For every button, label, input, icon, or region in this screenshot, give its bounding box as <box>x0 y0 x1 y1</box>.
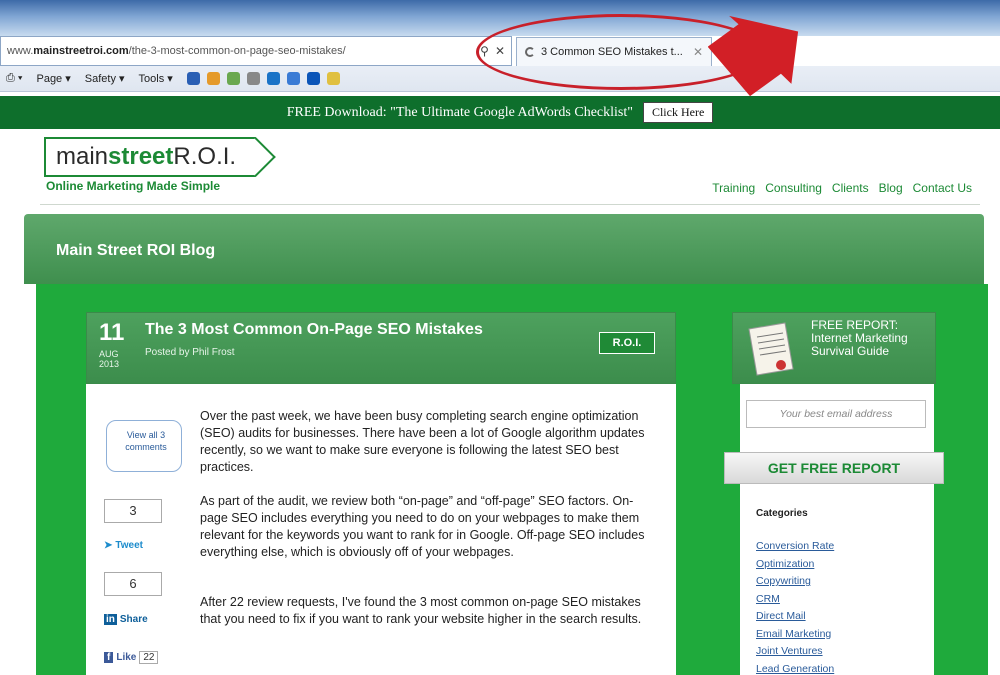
facebook-icon: f <box>104 651 114 663</box>
addon-icon[interactable] <box>226 72 240 85</box>
roi-badge: R.O.I. <box>599 332 655 354</box>
post-paragraph: As part of the audit, we review both “on… <box>200 494 645 559</box>
addon-icon[interactable] <box>286 72 300 85</box>
category-link[interactable]: Direct Mail <box>756 608 834 626</box>
post-body: View all 3 comments 3 ➤ Tweet 6 in Share f… <box>86 384 676 675</box>
blog-title: Main Street ROI Blog <box>56 242 216 259</box>
like-count: 22 <box>139 650 159 664</box>
nav-consulting[interactable]: Consulting <box>765 181 822 195</box>
main-nav: Training Consulting Clients Blog Contact… <box>712 181 972 195</box>
categories-heading: Categories <box>756 508 808 519</box>
addon-icon[interactable] <box>246 72 260 85</box>
tweet-count: 3 <box>104 499 162 523</box>
address-bar[interactable]: www.mainstreetroi.com/the-3-most-common-… <box>0 36 512 66</box>
click-here-button[interactable]: Click Here <box>642 102 714 123</box>
free-report-title: FREE REPORT: Internet Marketing Survival… <box>811 318 908 358</box>
post-paragraph: Over the past week, we have been busy co… <box>200 409 645 474</box>
site-header: main street R.O.I. Online Marketing Made … <box>0 129 1000 209</box>
free-report-card[interactable]: FREE REPORT: Internet Marketing Survival… <box>732 312 936 384</box>
category-link[interactable]: Optimization <box>756 556 834 574</box>
safety-menu[interactable]: Safety ▾ <box>85 72 125 85</box>
tweet-button[interactable]: ➤ Tweet <box>104 536 143 554</box>
linkedin-icon: in <box>104 613 117 625</box>
help-icon[interactable] <box>186 72 200 85</box>
get-free-report-button[interactable]: GET FREE REPORT <box>724 452 944 484</box>
bluetooth-icon[interactable] <box>306 72 320 85</box>
blog-banner: Main Street ROI Blog <box>24 214 984 284</box>
facebook-like-button[interactable]: f Like 22 <box>104 648 159 666</box>
post-byline: Posted by Phil Frost <box>145 347 235 358</box>
twitter-icon: ➤ <box>104 539 113 551</box>
report-document-icon <box>748 322 794 376</box>
print-icon[interactable]: ⎙ ▾ <box>6 72 22 85</box>
post-title[interactable]: The 3 Most Common On-Page SEO Mistakes <box>145 321 483 339</box>
addon-icon[interactable] <box>326 72 340 85</box>
view-comments-link[interactable]: View all 3 comments <box>113 429 179 453</box>
category-link[interactable]: Lead Generation <box>756 661 834 675</box>
page: www.mainstreetroi.com/the-3-most-common-… <box>0 0 1000 675</box>
post-day: 11 <box>99 319 125 346</box>
announcement-bar: FREE Download: "The Ultimate Google AdWo… <box>0 96 1000 129</box>
category-link[interactable]: CRM <box>756 591 834 609</box>
post-paragraph: After 22 review requests, I've found the… <box>200 595 642 626</box>
tagline: Online Marketing Made Simple <box>46 179 221 193</box>
email-input[interactable]: Your best email address <box>746 400 926 428</box>
linkedin-share-button[interactable]: in Share <box>104 610 148 628</box>
tools-menu[interactable]: Tools ▾ <box>139 72 173 85</box>
site-logo[interactable]: main street R.O.I. <box>44 137 276 177</box>
skype-icon[interactable] <box>266 72 280 85</box>
nav-training[interactable]: Training <box>712 181 755 195</box>
comments-bubble[interactable]: View all 3 comments <box>106 420 182 472</box>
categories-list: Conversion Rate Optimization Copywriting… <box>756 538 834 675</box>
category-link[interactable]: Joint Ventures <box>756 643 834 661</box>
linkedin-count: 6 <box>104 572 162 596</box>
nav-contact-us[interactable]: Contact Us <box>913 181 972 195</box>
sidebar: Your best email address GET FREE REPORT … <box>724 384 944 675</box>
divider <box>40 204 980 205</box>
post-date: AUG 2013 <box>99 349 120 369</box>
post-header: 11 AUG 2013 The 3 Most Common On-Page SEO… <box>86 312 676 384</box>
category-link[interactable]: Conversion Rate <box>756 538 834 556</box>
nav-clients[interactable]: Clients <box>832 181 869 195</box>
announcement-text: FREE Download: "The Ultimate Google AdWo… <box>286 104 633 120</box>
category-link[interactable]: Email Marketing <box>756 626 834 644</box>
category-link[interactable]: Copywriting <box>756 573 834 591</box>
nav-blog[interactable]: Blog <box>879 181 903 195</box>
red-arrow-icon <box>708 15 799 97</box>
page-menu[interactable]: Page ▾ <box>36 72 70 85</box>
addon-icon[interactable] <box>206 72 220 85</box>
address-url[interactable]: www.mainstreetroi.com/the-3-most-common-… <box>7 45 346 57</box>
